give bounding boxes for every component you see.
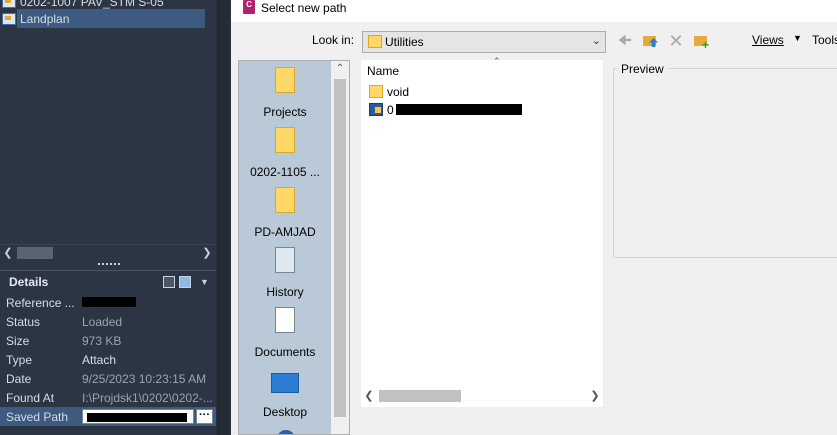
redacted-file-name — [395, 104, 522, 115]
property-value: 973 KB — [82, 333, 122, 348]
tools-menu[interactable]: Tools — [812, 33, 837, 47]
place-label: 0202-1105 ... — [250, 165, 320, 179]
place-label: History — [266, 285, 304, 299]
delete-icon[interactable]: ✕ — [667, 32, 685, 50]
details-header: Details ▼ — [0, 270, 216, 292]
place-label: Projects — [263, 105, 307, 119]
file-name: 0 — [387, 102, 394, 117]
place-projects[interactable]: Projects — [239, 61, 331, 121]
preview-view-icon[interactable] — [179, 276, 191, 288]
folder-icon — [369, 85, 383, 98]
chevron-down-icon[interactable]: ▼ — [200, 276, 212, 288]
folder-icon — [275, 127, 295, 153]
property-value: 9/25/2023 10:23:15 AM — [82, 371, 207, 386]
desktop-icon — [271, 373, 299, 393]
saved-path-input[interactable] — [82, 409, 194, 424]
xref-manager-panel: 0202-1007 PAV_STM S-05 Landplan ❮ ❯ Deta… — [0, 0, 216, 435]
globe-icon[interactable] — [277, 430, 295, 434]
tree-item-landplan[interactable]: Landplan — [0, 9, 216, 28]
places-vertical-scrollbar[interactable]: ⌃ — [331, 61, 349, 434]
place-0202-1105[interactable]: 0202-1105 ... — [239, 121, 331, 181]
folder-icon — [368, 35, 382, 48]
panel-divider — [216, 0, 230, 435]
place-pd-amjad[interactable]: PD-AMJAD — [239, 181, 331, 241]
redacted-value — [87, 413, 187, 422]
sort-ascending-icon: ⌃ — [493, 56, 501, 66]
documents-icon — [275, 307, 295, 333]
property-key: Reference ... — [6, 295, 75, 310]
raster-image-icon — [2, 12, 16, 25]
property-row-saved-path[interactable]: Saved Path ··· — [0, 407, 216, 426]
scrollbar-thumb[interactable] — [334, 79, 346, 417]
property-row-type[interactable]: Type Attach — [0, 350, 216, 369]
details-title: Details — [9, 275, 49, 289]
property-key: Status — [6, 314, 41, 329]
property-key: Date — [6, 371, 32, 386]
property-value: I:\Projdsk1\0202\0202-... — [82, 390, 213, 405]
history-icon — [275, 247, 295, 273]
property-value-redacted — [82, 296, 136, 310]
property-key: Found At — [6, 390, 55, 405]
property-row-found-at[interactable]: Found At I:\Projdsk1\0202\0202-... — [0, 388, 216, 407]
place-history[interactable]: History — [239, 241, 331, 301]
place-label: Documents — [254, 345, 316, 359]
file-item-void[interactable]: void — [369, 83, 409, 100]
views-dropdown-icon[interactable]: ▼ — [793, 33, 802, 43]
tree-item-label: 0202-1007 PAV_STM S-05 — [20, 0, 164, 9]
scrollbar-thumb[interactable] — [379, 390, 461, 402]
file-item-drawing[interactable]: 0 — [369, 101, 522, 118]
place-label: Desktop — [262, 405, 308, 419]
scrollbar-thumb[interactable] — [17, 247, 53, 259]
scroll-right-icon[interactable]: ❯ — [587, 389, 603, 403]
place-desktop[interactable]: Desktop — [239, 361, 331, 421]
back-arrow-icon[interactable]: 🠈 — [616, 32, 634, 50]
places-bar: Projects 0202-1105 ... PD-AMJAD History … — [238, 60, 350, 435]
look-in-value: Utilities — [385, 35, 424, 49]
details-view-icon[interactable] — [163, 276, 175, 288]
look-in-dropdown[interactable]: Utilities ⌄ — [362, 31, 606, 53]
file-name: void — [387, 84, 410, 99]
property-key: Type — [6, 352, 33, 367]
tree-horizontal-scrollbar[interactable]: ❮ ❯ — [0, 244, 216, 261]
property-row-reference[interactable]: Reference ... — [0, 293, 216, 312]
place-label: PD-AMJAD — [254, 225, 316, 239]
file-list: Name ⌃ void 0 — [361, 56, 603, 407]
scroll-left-icon[interactable]: ❮ — [361, 389, 377, 403]
scroll-left-icon[interactable]: ❮ — [1, 246, 15, 260]
preview-area — [613, 68, 837, 258]
views-menu[interactable]: Views — [752, 33, 784, 47]
property-value: Attach — [82, 352, 117, 367]
property-row-date[interactable]: Date 9/25/2023 10:23:15 AM — [0, 369, 216, 388]
property-row-size[interactable]: Size 973 KB — [0, 331, 216, 350]
property-row-status[interactable]: Status Loaded — [0, 312, 216, 331]
raster-image-icon — [2, 0, 16, 8]
select-new-path-dialog: C Select new path Look in: Utilities ⌄ 🠈… — [231, 0, 837, 435]
panel-resize-grip[interactable] — [98, 263, 120, 267]
look-in-label: Look in: — [312, 33, 355, 47]
place-documents[interactable]: Documents — [239, 301, 331, 361]
app-icon: C — [243, 0, 255, 14]
column-header-name[interactable]: Name — [367, 64, 399, 78]
new-folder-icon[interactable]: + — [692, 32, 710, 51]
chevron-down-icon: ⌄ — [591, 35, 601, 47]
file-list-horizontal-scrollbar[interactable]: ❮ ❯ — [361, 387, 603, 405]
browse-ellipsis-button[interactable]: ··· — [196, 409, 213, 424]
dialog-title: Select new path — [261, 1, 347, 15]
chevron-up-icon[interactable]: ⌃ — [331, 63, 349, 79]
property-key: Saved Path — [6, 409, 69, 424]
dialog-title-bar[interactable]: C Select new path — [231, 0, 837, 22]
preview-label: Preview — [617, 62, 668, 76]
tree-item-label: Landplan — [20, 11, 70, 26]
dwg-file-icon — [369, 103, 383, 116]
folder-icon — [275, 187, 295, 213]
scroll-right-icon[interactable]: ❯ — [200, 246, 214, 260]
folder-icon — [275, 67, 295, 93]
up-one-level-icon[interactable] — [641, 32, 659, 50]
property-key: Size — [6, 333, 30, 348]
property-value: Loaded — [82, 314, 123, 329]
